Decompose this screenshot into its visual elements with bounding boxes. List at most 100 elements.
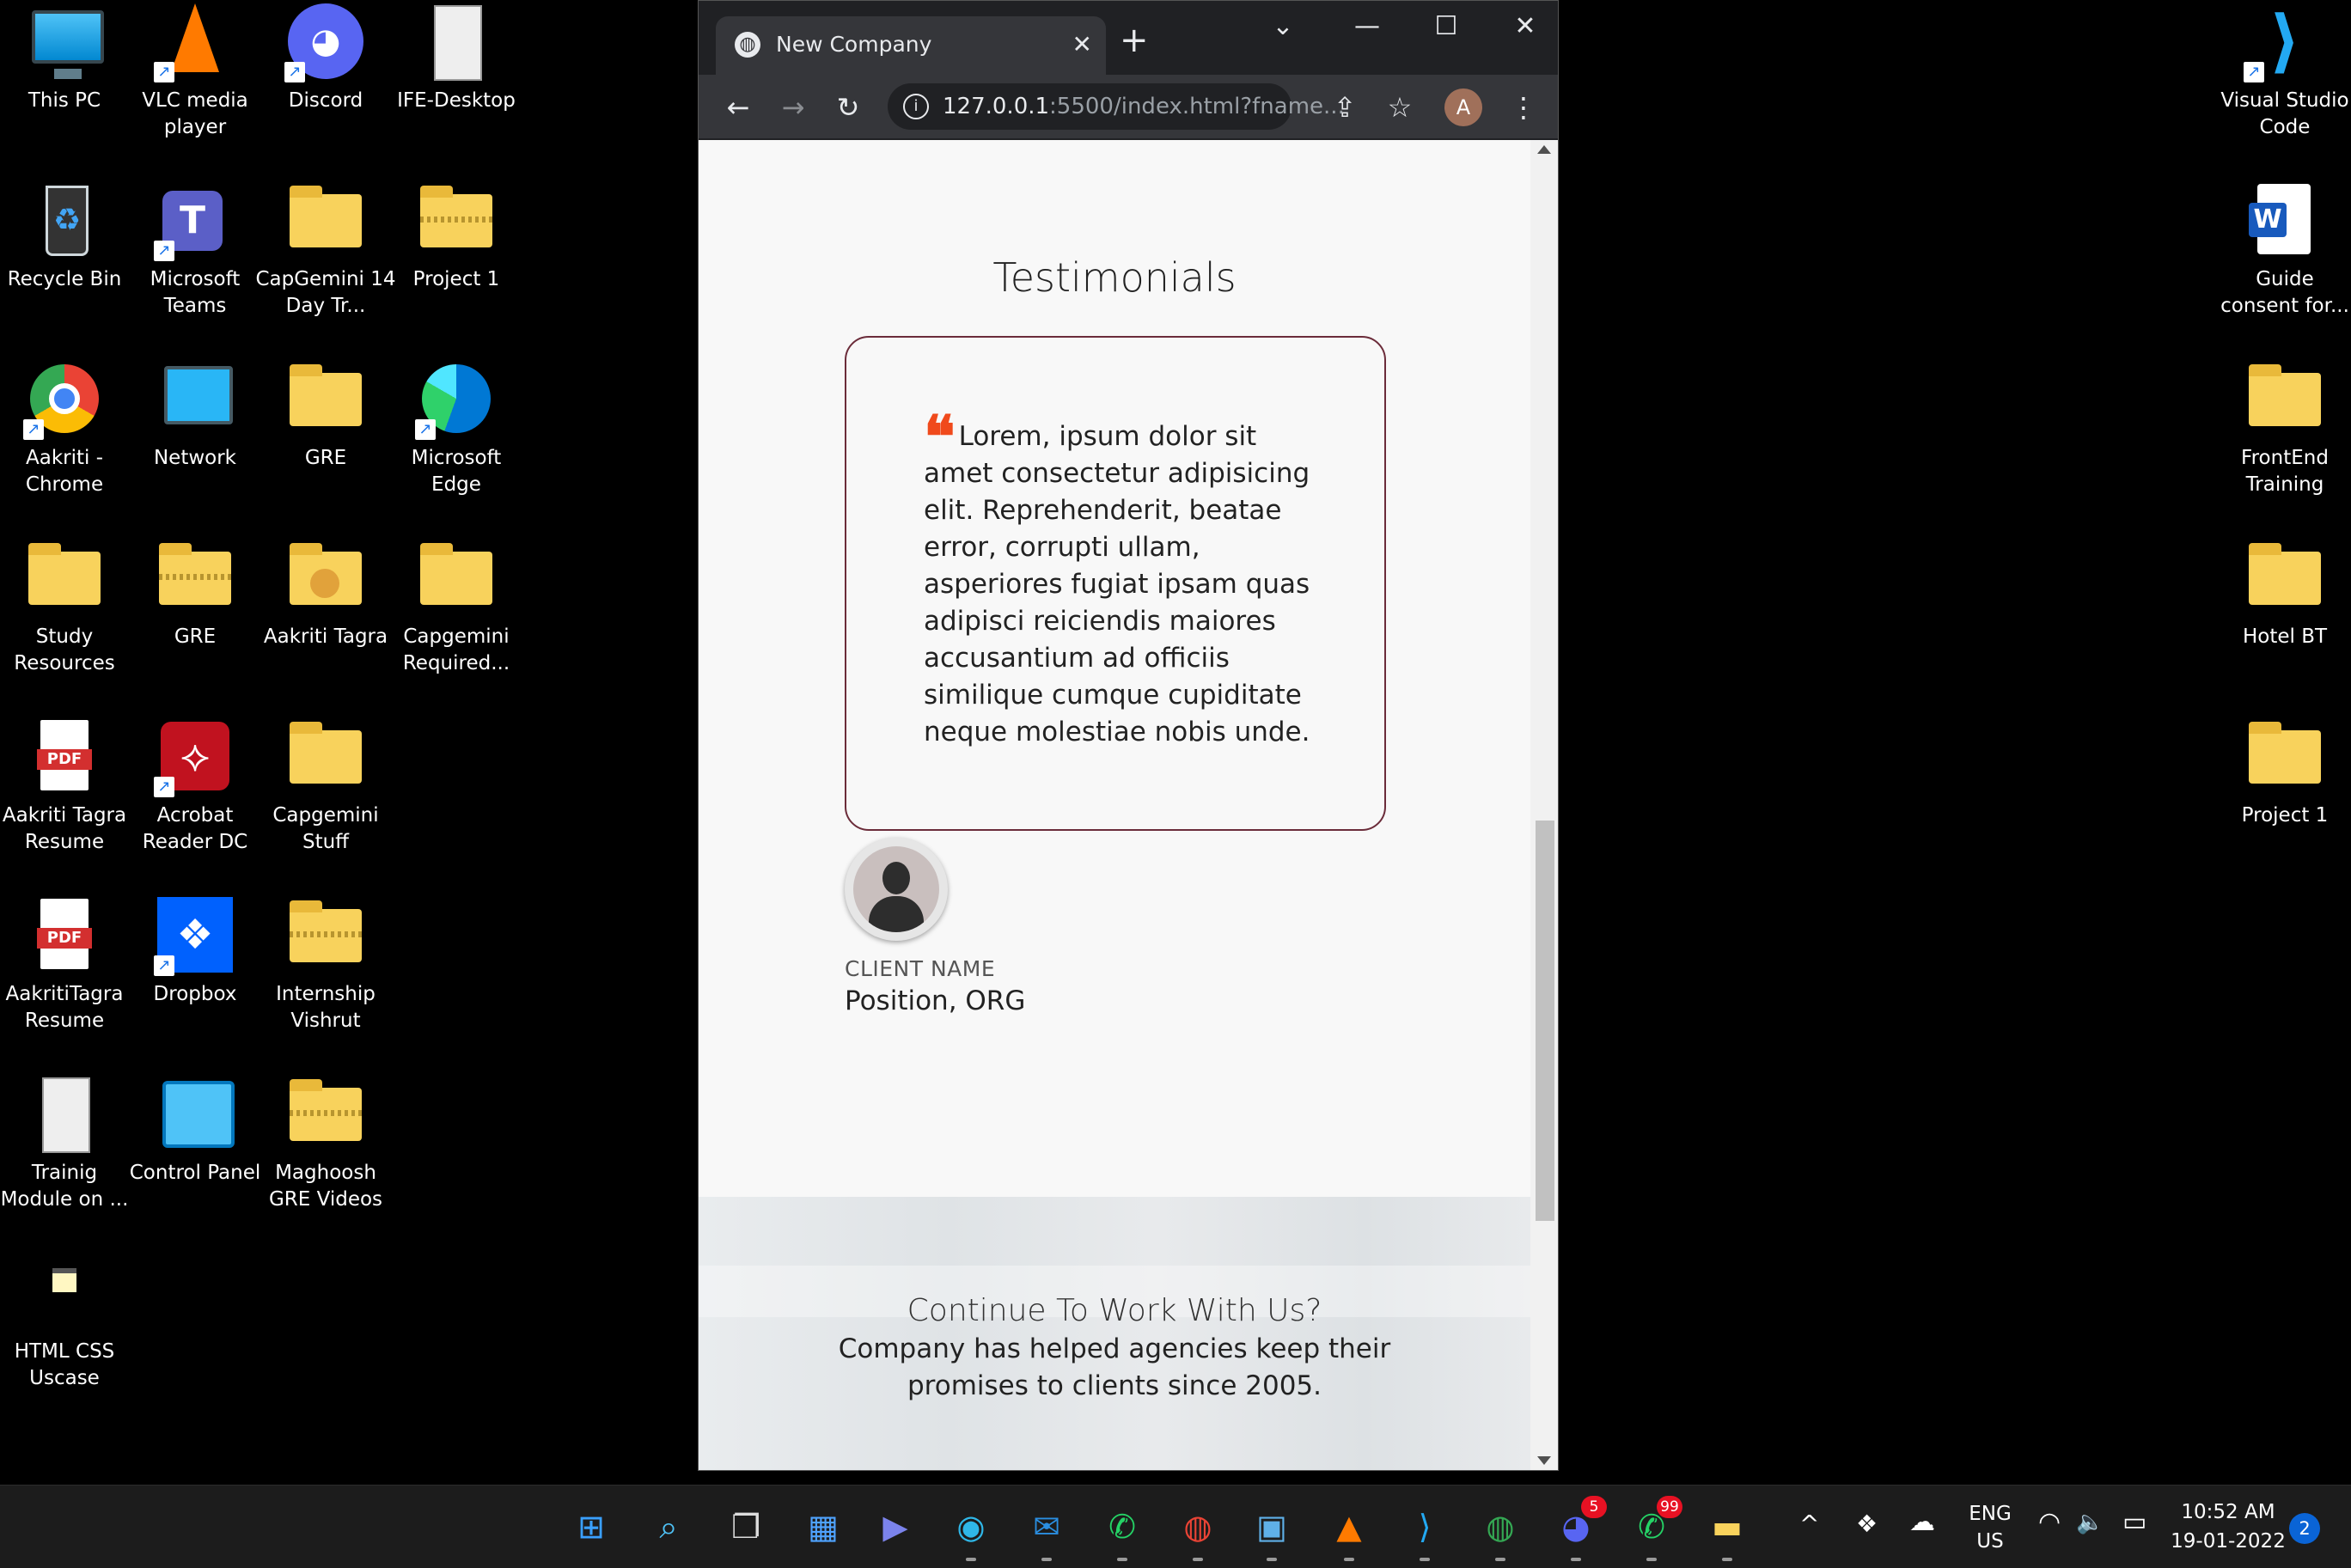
tab-new-company[interactable]: ◍ New Company ✕ <box>716 16 1106 75</box>
battery-icon[interactable]: ▭ <box>2122 1510 2146 1535</box>
site-info-icon[interactable]: i <box>903 94 929 119</box>
desktop-icon[interactable]: IFE-Desktop <box>386 0 527 114</box>
bookmark-star-icon[interactable]: ☆ <box>1381 88 1419 126</box>
desktop-icon-label: Guide consent for... <box>2220 268 2349 317</box>
tab-close-icon[interactable]: ✕ <box>1072 30 1092 59</box>
taskbar-search-icon[interactable]: ⌕ <box>643 1501 694 1553</box>
desktop-icon[interactable]: FrontEnd Training <box>2214 357 2351 498</box>
word-letter: W <box>2249 203 2287 237</box>
desktop-icon[interactable]: HTML CSS Uscase <box>0 1251 135 1392</box>
taskbar-widgets-icon[interactable]: ▦ <box>797 1501 849 1553</box>
taskbar-whatsapp-icon[interactable]: ✆ <box>1096 1501 1148 1561</box>
desktop-icon[interactable]: PDF Aakriti Tagra Resume <box>0 715 135 856</box>
desktop-icon[interactable]: PDF AakritiTagra Resume <box>0 894 135 1034</box>
desktop-icon[interactable]: ↗ VLC media player <box>125 0 266 141</box>
taskbar-edge-icon[interactable]: ◉ <box>945 1501 997 1561</box>
tab-search-icon[interactable]: ⌄ <box>1257 9 1309 44</box>
user-folder-icon <box>284 536 367 619</box>
taskbar-whatsapp-2-icon[interactable]: ✆ 99 <box>1626 1496 1682 1561</box>
taskbar-mail-icon[interactable]: ✉ <box>1021 1501 1072 1561</box>
desktop-icon[interactable]: ⟡ ↗ Acrobat Reader DC <box>125 715 266 856</box>
taskbar-glyph: ◍ <box>1183 1508 1212 1546</box>
desktop-icon[interactable]: ↗ Microsoft Edge <box>386 357 527 498</box>
desktop-icon[interactable]: ◕ ↗ Discord <box>255 0 396 114</box>
client-name: CLIENT NAME <box>845 956 996 981</box>
onedrive-cloud-icon[interactable]: ☁ <box>1909 1510 1935 1535</box>
url-text[interactable]: 127.0.0.1:5500/index.html?fname... <box>943 92 1345 121</box>
desktop-icon-label: Microsoft Edge <box>411 447 502 496</box>
desktop-icon[interactable]: T ↗ Microsoft Teams <box>125 179 266 320</box>
desktop-icon-label: GRE <box>304 447 347 469</box>
address-bar[interactable]: i 127.0.0.1:5500/index.html?fname... <box>888 83 1345 130</box>
folder-icon <box>23 536 106 619</box>
desktop-icon[interactable]: Project 1 <box>386 179 527 293</box>
desktop-icon-label: Project 1 <box>2241 804 2329 827</box>
maximize-button[interactable]: ☐ <box>1420 9 1472 44</box>
desktop-icon[interactable]: ⟩ ↗ Visual Studio Code <box>2214 0 2351 141</box>
document-thumbnail-icon <box>415 0 498 82</box>
desktop-icon-label: CapGemini 14 Day Tr... <box>255 268 396 317</box>
desktop-icon[interactable]: GRE <box>255 357 396 472</box>
taskbar-vlc-icon[interactable]: ▲ <box>1323 1501 1375 1561</box>
desktop-icon[interactable]: Trainig Module on ... <box>0 1072 135 1213</box>
taskbar-task-view-icon[interactable]: ❐ <box>720 1501 772 1553</box>
desktop-icon[interactable]: Study Resources <box>0 536 135 677</box>
minimize-button[interactable]: — <box>1341 9 1393 44</box>
language-eng[interactable]: ENG <box>1966 1501 2014 1527</box>
user-silhouette-icon <box>853 846 939 932</box>
desktop-icon[interactable]: Internship Vishrut <box>255 894 396 1034</box>
taskbar-file-explorer-icon[interactable]: ▬ <box>1701 1501 1753 1561</box>
taskbar-chrome-profiles-icon[interactable]: ◍ <box>1475 1501 1526 1561</box>
url-path: :5500/index.html?fname... <box>1049 94 1345 119</box>
language-us[interactable]: US <box>1966 1528 2014 1554</box>
share-icon[interactable]: ⇪ <box>1326 88 1364 126</box>
scroll-thumb[interactable] <box>1536 821 1554 1221</box>
desktop-icon[interactable]: ↗ Aakriti - Chrome <box>0 357 135 498</box>
cta-text: Company has helped agencies keep their p… <box>838 1333 1391 1401</box>
forward-button[interactable]: → <box>774 88 812 126</box>
desktop-icon[interactable]: Hotel BT <box>2214 536 2351 650</box>
tab-title: New Company <box>776 32 932 57</box>
desktop-icon[interactable]: CapGemini 14 Day Tr... <box>255 179 396 320</box>
taskbar-chrome-icon[interactable]: ◍ <box>1172 1501 1224 1561</box>
show-hidden-icons-chevron[interactable]: ^ <box>1799 1511 1819 1537</box>
desktop-icon[interactable]: Project 1 <box>2214 715 2351 829</box>
page-scrollbar[interactable] <box>1530 140 1558 1470</box>
taskbar-start-icon[interactable]: ⊞ <box>565 1501 617 1553</box>
profile-avatar[interactable]: A <box>1444 88 1482 126</box>
desktop-icon[interactable]: Aakriti Tagra <box>255 536 396 650</box>
desktop-icon-label: This PC <box>27 89 101 112</box>
wifi-icon[interactable]: ◠ <box>2038 1510 2061 1535</box>
browser-menu-icon[interactable]: ⋮ <box>1505 88 1542 126</box>
desktop-icon[interactable]: Maghoosh GRE Videos <box>255 1072 396 1213</box>
desktop-icon[interactable]: ❖ ↗ Dropbox <box>125 894 266 1008</box>
testimonial-card: ❝ Lorem, ipsum dolor sit amet consectetur… <box>845 336 1386 831</box>
scroll-up-arrow-icon[interactable] <box>1537 145 1551 154</box>
new-tab-button[interactable]: + <box>1120 20 1149 61</box>
desktop-icon[interactable]: Control Panel <box>125 1072 266 1187</box>
desktop-icon[interactable]: Network <box>125 357 266 472</box>
volume-icon[interactable]: 🔈 <box>2076 1510 2104 1535</box>
desktop-icon[interactable]: W Guide consent for... <box>2214 179 2351 320</box>
clock-date[interactable]: 19-01-2022 <box>2171 1528 2286 1554</box>
clock-time[interactable]: 10:52 AM <box>2174 1499 2282 1525</box>
desktop-icon[interactable]: This PC <box>0 0 135 114</box>
taskbar-photos-icon[interactable]: ▣ <box>1246 1501 1298 1561</box>
desktop-icon[interactable]: GRE <box>125 536 266 650</box>
close-window-button[interactable]: ✕ <box>1499 9 1551 44</box>
desktop-icon[interactable]: ♻ Recycle Bin <box>0 179 135 293</box>
taskbar-discord-icon[interactable]: ◕ 5 <box>1550 1496 1607 1561</box>
notification-badge[interactable]: 2 <box>2289 1513 2320 1544</box>
desktop-icon-label: Aakriti Tagra <box>263 625 388 648</box>
dropbox-tray-icon[interactable]: ❖ <box>1856 1511 1878 1537</box>
reload-button[interactable]: ↻ <box>829 88 867 126</box>
taskbar-vscode-icon[interactable]: ⟩ <box>1399 1501 1450 1561</box>
taskbar-chat-icon[interactable]: ▶ <box>870 1501 921 1553</box>
desktop-icon-label: Acrobat Reader DC <box>142 804 248 853</box>
zip-folder-icon <box>284 894 367 976</box>
desktop-icon[interactable]: Capgemini Required... <box>386 536 527 677</box>
scroll-down-arrow-icon[interactable] <box>1537 1456 1551 1465</box>
desktop-icon[interactable]: Capgemini Stuff <box>255 715 396 856</box>
back-button[interactable]: ← <box>719 88 757 126</box>
folder-icon <box>284 357 367 440</box>
